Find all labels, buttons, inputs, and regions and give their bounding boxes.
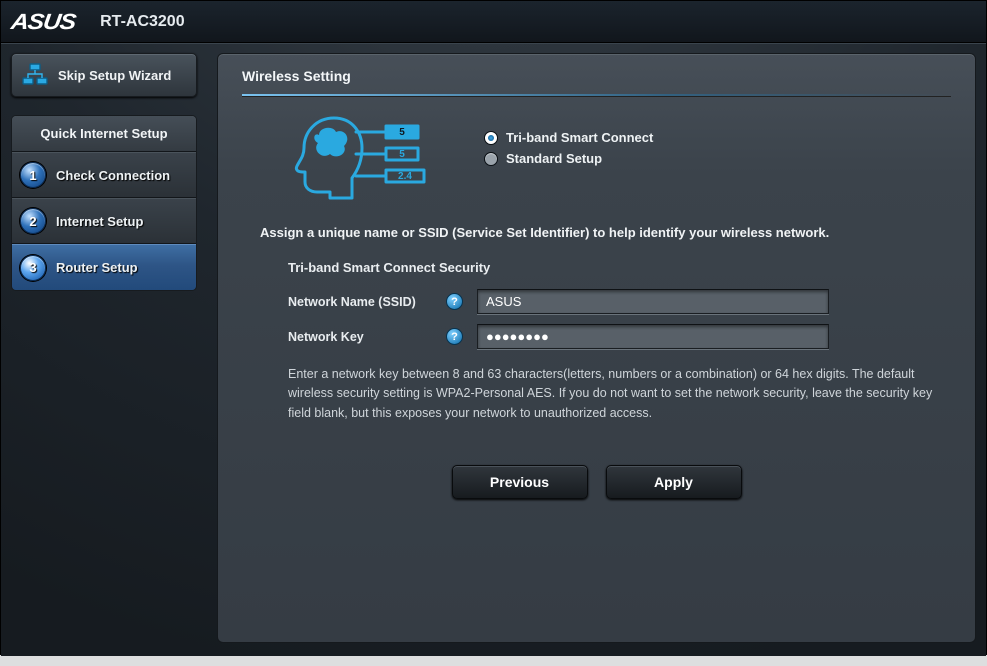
- radio-tri-band-smart-connect[interactable]: Tri-band Smart Connect: [484, 130, 653, 145]
- help-icon[interactable]: ?: [446, 328, 463, 345]
- wizard-step-label: Check Connection: [56, 168, 170, 183]
- body: Skip Setup Wizard Quick Internet Setup 1…: [1, 43, 986, 656]
- mode-row: 5 5 2.4 Tri-band Smart Connect Standard …: [286, 108, 951, 205]
- radio-label: Standard Setup: [506, 151, 602, 166]
- network-icon: [22, 63, 48, 87]
- apply-button[interactable]: Apply: [606, 465, 742, 499]
- wizard-menu-title: Quick Internet Setup: [12, 116, 196, 152]
- sidebar: Skip Setup Wizard Quick Internet Setup 1…: [11, 53, 197, 646]
- smart-connect-diagram-icon: 5 5 2.4: [286, 108, 436, 205]
- radio-standard-setup[interactable]: Standard Setup: [484, 151, 653, 166]
- skip-setup-wizard-label: Skip Setup Wizard: [58, 68, 171, 83]
- step-badge: 2: [20, 208, 46, 234]
- security-block: Tri-band Smart Connect Security Network …: [288, 260, 948, 423]
- wizard-menu: Quick Internet Setup 1 Check Connection …: [11, 115, 197, 291]
- title-underline: [242, 94, 951, 96]
- network-key-label: Network Key: [288, 330, 446, 344]
- panel-title: Wireless Setting: [242, 68, 951, 94]
- band-label: 5: [399, 127, 405, 138]
- mode-radio-group: Tri-band Smart Connect Standard Setup: [484, 130, 653, 172]
- instruction-text: Assign a unique name or SSID (Service Se…: [260, 225, 951, 240]
- skip-setup-wizard-button[interactable]: Skip Setup Wizard: [11, 53, 197, 97]
- help-icon[interactable]: ?: [446, 293, 463, 310]
- model-label: RT-AC3200: [100, 13, 184, 31]
- radio-icon: [484, 131, 498, 145]
- radio-icon: [484, 152, 498, 166]
- wizard-step-label: Internet Setup: [56, 214, 143, 229]
- security-title: Tri-band Smart Connect Security: [288, 260, 948, 275]
- step-badge: 3: [20, 255, 46, 281]
- radio-label: Tri-band Smart Connect: [506, 130, 653, 145]
- brand-logo: ASUS: [9, 9, 83, 35]
- band-label: 2.4: [398, 171, 412, 182]
- network-key-row: Network Key ?: [288, 324, 948, 349]
- footnote-text: Enter a network key between 8 and 63 cha…: [288, 365, 938, 423]
- wizard-step-internet-setup[interactable]: 2 Internet Setup: [12, 198, 196, 244]
- band-label: 5: [399, 149, 405, 160]
- app-window: ASUS RT-AC3200 Skip Setup Wizard: [0, 0, 987, 655]
- button-row: Previous Apply: [242, 465, 951, 499]
- wizard-step-check-connection[interactable]: 1 Check Connection: [12, 152, 196, 198]
- wizard-step-router-setup[interactable]: 3 Router Setup: [12, 244, 196, 290]
- ssid-row: Network Name (SSID) ?: [288, 289, 948, 314]
- step-badge: 1: [20, 162, 46, 188]
- ssid-label: Network Name (SSID): [288, 295, 446, 309]
- wizard-step-label: Router Setup: [56, 260, 138, 275]
- previous-button[interactable]: Previous: [452, 465, 588, 499]
- main-panel: Wireless Setting: [217, 53, 976, 643]
- ssid-input[interactable]: [477, 289, 829, 314]
- header-bar: ASUS RT-AC3200: [1, 1, 986, 43]
- network-key-input[interactable]: [477, 324, 829, 349]
